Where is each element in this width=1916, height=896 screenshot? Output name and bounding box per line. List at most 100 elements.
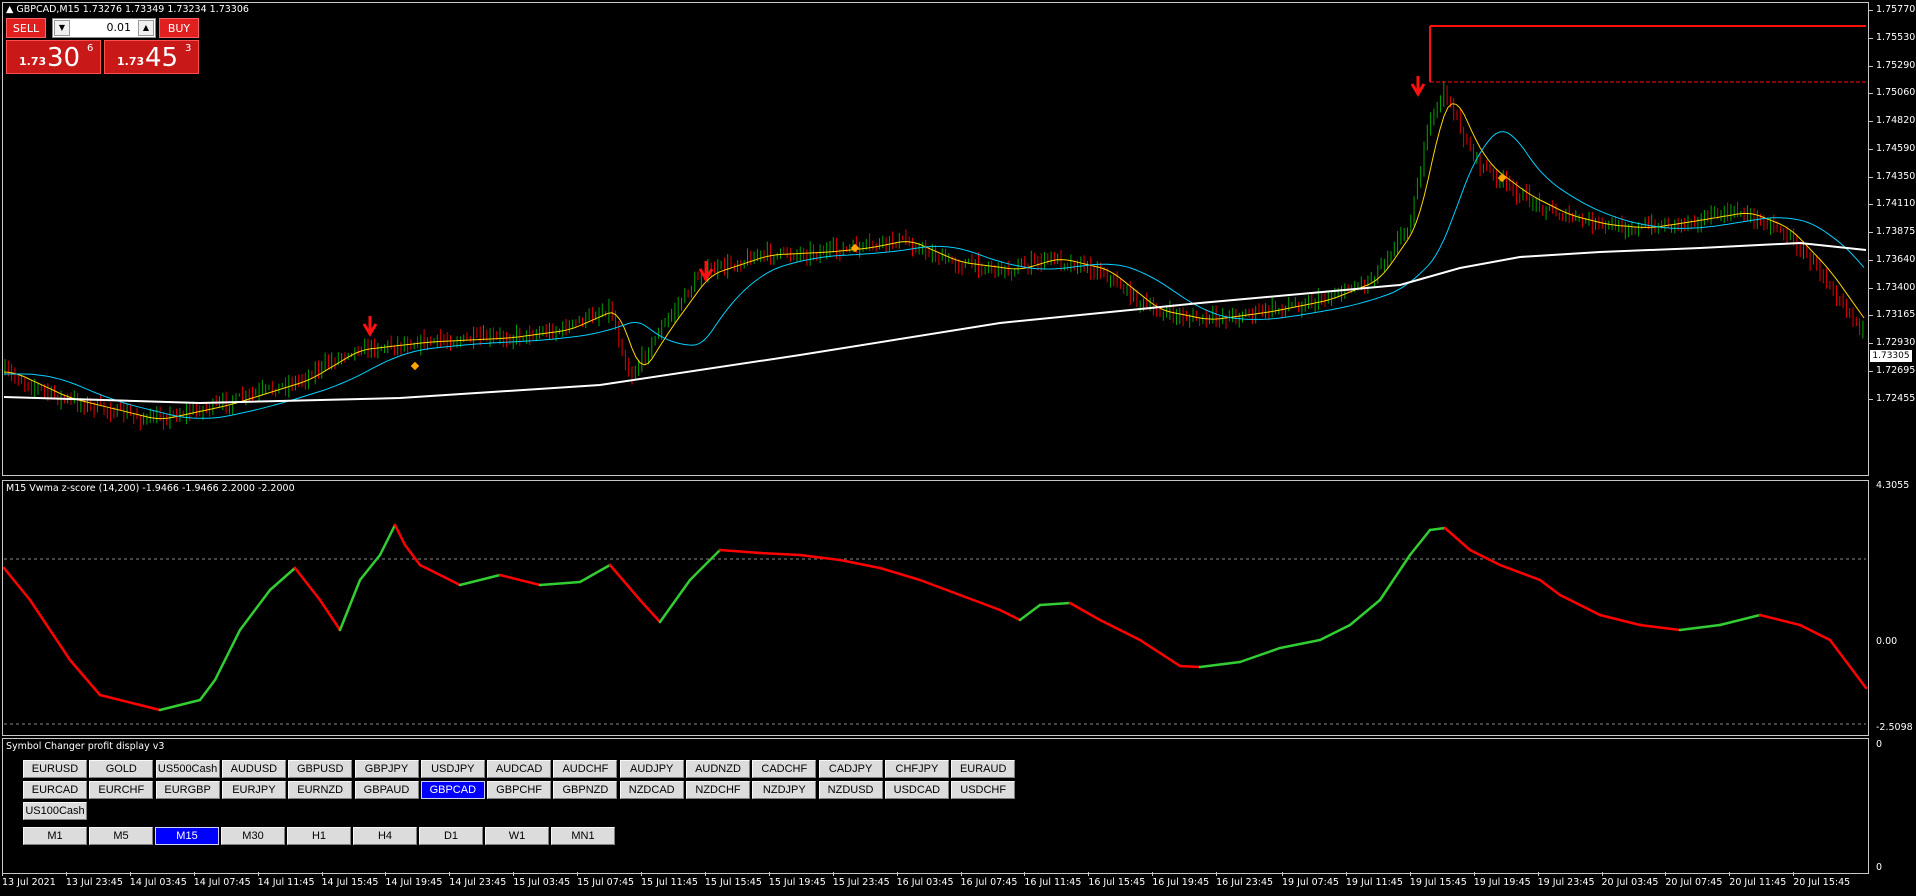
zscore-line-segment	[1638, 623, 1682, 632]
symbol-button-gbpusd[interactable]: GBPUSD	[288, 760, 353, 778]
buy-price-prefix: 1.73	[117, 55, 145, 68]
zscore-line-segment	[418, 563, 462, 587]
zscore-line-segment	[1198, 660, 1242, 669]
zscore-line-segment	[1498, 563, 1542, 582]
zscore-line-segment	[1138, 638, 1182, 668]
symbol-button-gbpaud[interactable]: GBPAUD	[354, 781, 419, 799]
symbol-button-nzdusd[interactable]: NZDUSD	[818, 781, 883, 799]
lot-size-value[interactable]: 0.01	[107, 21, 132, 34]
time-tick-label: 19 Jul 23:45	[1537, 877, 1595, 888]
symbol-button-nzdjpy[interactable]: NZDJPY	[752, 781, 817, 799]
symbol-button-eurnzd[interactable]: EURNZD	[288, 781, 353, 799]
zscore-line-segment	[1798, 623, 1832, 642]
symbol-button-cadjpy[interactable]: CADJPY	[818, 760, 883, 778]
price-tick-label: 1.75290	[1876, 59, 1916, 71]
timeframe-button-m15[interactable]: M15	[155, 827, 219, 845]
symbol-button-eurcad[interactable]: EURCAD	[23, 781, 87, 799]
symbol-button-eurchf[interactable]: EURCHF	[89, 781, 154, 799]
symbol-button-cadchf[interactable]: CADCHF	[752, 760, 817, 778]
symbol-button-us500cash[interactable]: US500Cash	[155, 760, 220, 778]
symbol-button-audnzd[interactable]: AUDNZD	[686, 760, 750, 778]
symbol-button-audusd[interactable]: AUDUSD	[221, 760, 286, 778]
time-tick-mark	[1729, 872, 1731, 876]
symbol-button-audchf[interactable]: AUDCHF	[553, 760, 618, 778]
symbol-button-gold[interactable]: GOLD	[89, 760, 154, 778]
symbol-button-nzdchf[interactable]: NZDCHF	[686, 781, 750, 799]
zscore-line-segment	[68, 658, 102, 697]
lot-decrease-icon[interactable]: ▼	[54, 20, 70, 36]
zscore-line-segment	[538, 580, 582, 587]
buy-button[interactable]: BUY	[159, 18, 199, 38]
time-tick-label: 15 Jul 03:45	[513, 877, 571, 888]
buy-price-box[interactable]: 1.73 45 3	[104, 40, 199, 74]
zscore-line-segment	[578, 563, 612, 584]
zscore-line-segment	[1443, 526, 1472, 552]
zscore-line-segment	[638, 598, 662, 624]
zscore-line-segment	[1378, 553, 1412, 602]
zscore-line-segment	[658, 578, 692, 624]
symbol-button-gbpcad[interactable]: GBPCAD	[420, 781, 485, 799]
zscore-line-segment	[1098, 618, 1142, 642]
zscore-line-segment	[958, 593, 1002, 612]
time-tick-mark	[257, 872, 259, 876]
time-tick-label: 16 Jul 19:45	[1152, 877, 1210, 888]
time-tick-label: 13 Jul 2021	[2, 877, 56, 888]
time-tick-mark	[385, 872, 387, 876]
symbol-button-eurusd[interactable]: EURUSD	[23, 760, 87, 778]
symbol-button-gbpjpy[interactable]: GBPJPY	[354, 760, 419, 778]
zscore-line-segment	[688, 548, 722, 582]
price-tick-label: 1.75530	[1876, 31, 1916, 43]
price-tick-mark	[1868, 232, 1873, 234]
timeframe-button-m30[interactable]: M30	[221, 827, 285, 845]
symbol-button-euraud[interactable]: EURAUD	[951, 760, 1016, 778]
symbol-button-gbpnzd[interactable]: GBPNZD	[553, 781, 618, 799]
symbol-button-audjpy[interactable]: AUDJPY	[619, 760, 684, 778]
symbol-button-us100cash[interactable]: US100Cash	[23, 802, 87, 820]
zscore-line-segment	[198, 678, 217, 702]
timeframe-button-w1[interactable]: W1	[485, 827, 549, 845]
time-tick-mark	[449, 872, 451, 876]
timeframe-button-m5[interactable]: M5	[89, 827, 153, 845]
lot-size-field[interactable]: ▼ 0.01 ▲	[52, 18, 156, 38]
price-tick-label: 1.73875	[1876, 226, 1916, 238]
symbol-button-audcad[interactable]: AUDCAD	[487, 760, 552, 778]
price-tick-mark	[1868, 204, 1873, 206]
symbol-button-eurgbp[interactable]: EURGBP	[155, 781, 220, 799]
zscore-line-segment	[1278, 638, 1322, 650]
time-tick-label: 19 Jul 19:45	[1473, 877, 1531, 888]
price-tick-mark	[1868, 371, 1873, 373]
price-tick-label: 1.74820	[1876, 115, 1916, 127]
sell-price-fraction: 6	[87, 43, 94, 54]
zscore-line-segment	[1538, 578, 1562, 597]
timeframe-button-mn1[interactable]: MN1	[551, 827, 615, 845]
symbol-button-eurjpy[interactable]: EURJPY	[221, 781, 286, 799]
symbol-button-gbpchf[interactable]: GBPCHF	[487, 781, 552, 799]
price-tick-label: 1.74590	[1876, 142, 1916, 154]
sell-button[interactable]: SELL	[6, 18, 46, 38]
timeframe-button-h4[interactable]: H4	[353, 827, 417, 845]
sell-price-pips: 30	[47, 43, 81, 73]
sell-signal-arrow	[362, 316, 378, 337]
time-tick-mark	[960, 872, 962, 876]
symbol-button-chfjpy[interactable]: CHFJPY	[884, 760, 949, 778]
price-tick-label: 1.75770	[1876, 4, 1916, 15]
timeframe-button-m1[interactable]: M1	[23, 827, 87, 845]
price-tick-mark	[1868, 259, 1873, 261]
zscore-line-segment	[1068, 601, 1102, 622]
symbol-button-nzdcad[interactable]: NZDCAD	[619, 781, 684, 799]
zscore-line-segment	[1468, 548, 1502, 567]
timeframe-button-d1[interactable]: D1	[419, 827, 483, 845]
price-tick-mark	[1868, 287, 1873, 289]
collapse-icon[interactable]: ▲	[6, 4, 13, 15]
time-tick-mark	[896, 872, 898, 876]
lot-increase-icon[interactable]: ▲	[138, 20, 154, 36]
price-tick-mark	[1868, 65, 1873, 67]
time-tick-label: 20 Jul 11:45	[1729, 877, 1787, 888]
time-tick-mark	[321, 872, 323, 876]
symbol-button-usdchf[interactable]: USDCHF	[951, 781, 1016, 799]
symbol-button-usdcad[interactable]: USDCAD	[884, 781, 949, 799]
time-tick-label: 14 Jul 11:45	[257, 877, 315, 888]
symbol-button-usdjpy[interactable]: USDJPY	[420, 760, 485, 778]
sell-price-box[interactable]: 1.73 30 6	[6, 40, 101, 74]
timeframe-button-h1[interactable]: H1	[287, 827, 351, 845]
